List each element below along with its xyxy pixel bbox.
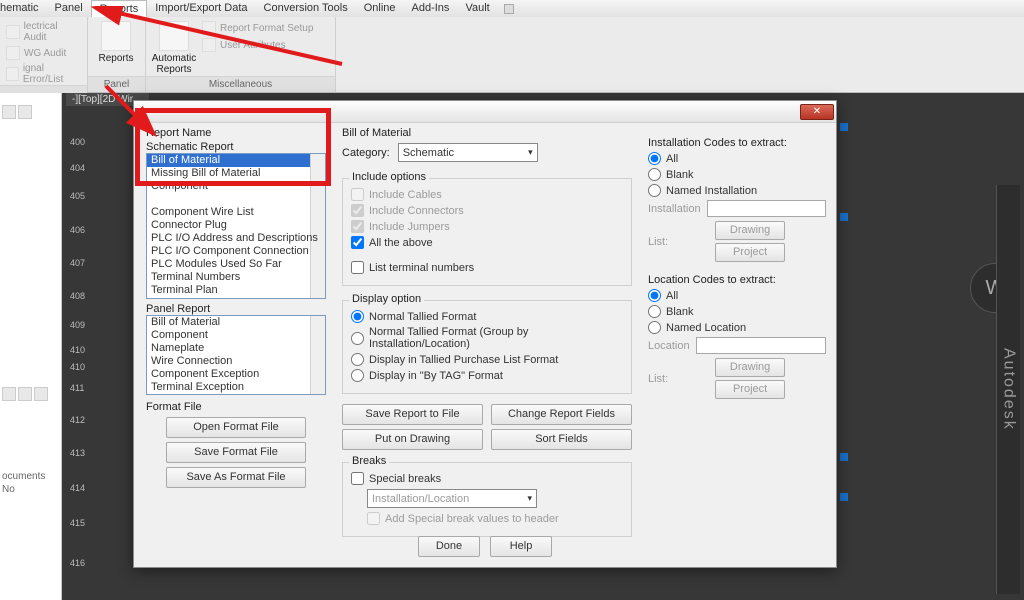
grip-icon[interactable]: [840, 213, 848, 221]
panel-report-list[interactable]: Bill of Material Component Nameplate Wir…: [146, 315, 326, 395]
help-button[interactable]: Help: [490, 536, 552, 557]
list-item[interactable]: Component: [147, 329, 325, 342]
palette-tool-icon[interactable]: [2, 105, 16, 119]
done-button[interactable]: Done: [418, 536, 480, 557]
list-item[interactable]: Bill of Material: [147, 316, 325, 329]
breaks-select[interactable]: Installation/Location▾: [367, 489, 537, 508]
palette-label: No: [2, 484, 59, 495]
list-item[interactable]: [147, 193, 325, 206]
all-above-checkbox[interactable]: All the above: [351, 236, 623, 249]
ribbon-cmd[interactable]: WG Audit: [6, 46, 81, 60]
ribbon-cmd[interactable]: ignal Error/List: [6, 63, 81, 85]
bom-title-label: Bill of Material: [342, 127, 632, 139]
list-item[interactable]: Nameplate: [147, 342, 325, 355]
menu-item[interactable]: Vault: [457, 0, 497, 17]
chevron-down-icon: ▾: [527, 493, 532, 504]
palette-label: ocuments: [2, 471, 59, 482]
special-breaks-checkbox[interactable]: Special breaks: [351, 472, 623, 485]
panel-report-label: Panel Report: [146, 303, 326, 315]
list-label: List:: [648, 236, 668, 248]
list-item[interactable]: PLC Modules Used So Far: [147, 258, 325, 271]
chevron-down-icon: ▾: [528, 147, 533, 158]
loc-project-button[interactable]: Project: [715, 380, 785, 399]
sort-fields-button[interactable]: Sort Fields: [491, 429, 632, 450]
left-palette: ocuments No: [0, 93, 62, 600]
list-item[interactable]: Terminal Plan: [147, 284, 325, 297]
inst-project-button[interactable]: Project: [715, 243, 785, 262]
annotation-arrow-icon: [100, 80, 160, 140]
annotation-box: [135, 108, 331, 186]
list-label: List:: [648, 373, 668, 385]
inst-radio[interactable]: All: [648, 152, 826, 165]
loc-radio[interactable]: Blank: [648, 305, 826, 318]
put-on-drawing-button[interactable]: Put on Drawing: [342, 429, 483, 450]
grip-icon[interactable]: [840, 453, 848, 461]
location-field-label: Location: [648, 340, 690, 352]
list-item[interactable]: Component Exception: [147, 368, 325, 381]
category-select[interactable]: Schematic▾: [398, 143, 538, 162]
loc-radio[interactable]: All: [648, 289, 826, 302]
list-item[interactable]: Connector Plug: [147, 219, 325, 232]
save-as-format-file-button[interactable]: Save As Format File: [166, 467, 306, 488]
display-radio[interactable]: Normal Tallied Format (Group by Installa…: [351, 326, 623, 350]
palette-tool-icon[interactable]: [2, 387, 16, 401]
vertical-ruler: 400 404 405 406 407 408 409 410 410 411 …: [70, 103, 84, 590]
ribbon-cmd[interactable]: lectrical Audit: [6, 21, 81, 43]
list-item[interactable]: Connector Summary: [147, 297, 325, 299]
breaks-label: Breaks: [349, 455, 389, 467]
open-format-file-button[interactable]: Open Format File: [166, 417, 306, 438]
list-item[interactable]: Terminal Numbers: [147, 271, 325, 284]
list-item[interactable]: Terminal Exception: [147, 381, 325, 394]
save-report-to-file-button[interactable]: Save Report to File: [342, 404, 483, 425]
location-codes-label: Location Codes to extract:: [648, 274, 826, 286]
inst-drawing-button[interactable]: Drawing: [715, 221, 785, 240]
installation-field-label: Installation: [648, 203, 701, 215]
window-dropdown-icon[interactable]: [504, 4, 514, 14]
format-file-label: Format File: [146, 401, 326, 413]
display-radio[interactable]: Display in "By TAG" Format: [351, 369, 623, 382]
list-item[interactable]: PLC I/O Address and Descriptions: [147, 232, 325, 245]
include-jumpers-checkbox[interactable]: Include Jumpers: [351, 220, 623, 233]
loc-drawing-button[interactable]: Drawing: [715, 358, 785, 377]
ribbon-group-audit: lectrical Audit WG Audit ignal Error/Lis…: [0, 17, 88, 92]
add-break-values-checkbox[interactable]: Add Special break values to header: [367, 512, 623, 525]
installation-input[interactable]: [707, 200, 826, 217]
list-item[interactable]: PLC I/O Component Connection: [147, 245, 325, 258]
inst-radio[interactable]: Named Installation: [648, 184, 826, 197]
installation-codes-label: Installation Codes to extract:: [648, 137, 826, 149]
close-button[interactable]: ✕: [800, 104, 834, 120]
loc-radio[interactable]: Named Location: [648, 321, 826, 334]
menu-item[interactable]: Add-Ins: [404, 0, 458, 17]
include-cables-checkbox[interactable]: Include Cables: [351, 188, 623, 201]
scrollbar[interactable]: [310, 316, 325, 394]
menu-item[interactable]: Online: [356, 0, 404, 17]
display-option-label: Display option: [349, 293, 424, 305]
grip-icon[interactable]: [840, 493, 848, 501]
display-radio[interactable]: Display in Tallied Purchase List Format: [351, 353, 623, 366]
menu-item[interactable]: hematic: [0, 0, 47, 17]
list-item[interactable]: Component Wire List: [147, 206, 325, 219]
save-format-file-button[interactable]: Save Format File: [166, 442, 306, 463]
category-label: Category:: [342, 147, 390, 159]
location-input[interactable]: [696, 337, 826, 354]
include-connectors-checkbox[interactable]: Include Connectors: [351, 204, 623, 217]
grip-icon[interactable]: [840, 123, 848, 131]
list-item[interactable]: Wire Connection: [147, 355, 325, 368]
palette-tool-icon[interactable]: [34, 387, 48, 401]
palette-tool-icon[interactable]: [18, 105, 32, 119]
inst-radio[interactable]: Blank: [648, 168, 826, 181]
include-options-label: Include options: [349, 171, 429, 183]
display-radio[interactable]: Normal Tallied Format: [351, 310, 623, 323]
change-report-fields-button[interactable]: Change Report Fields: [491, 404, 632, 425]
list-terminal-numbers-checkbox[interactable]: List terminal numbers: [351, 261, 623, 274]
autodesk-watermark: Autodesk: [996, 185, 1020, 594]
palette-tool-icon[interactable]: [18, 387, 32, 401]
